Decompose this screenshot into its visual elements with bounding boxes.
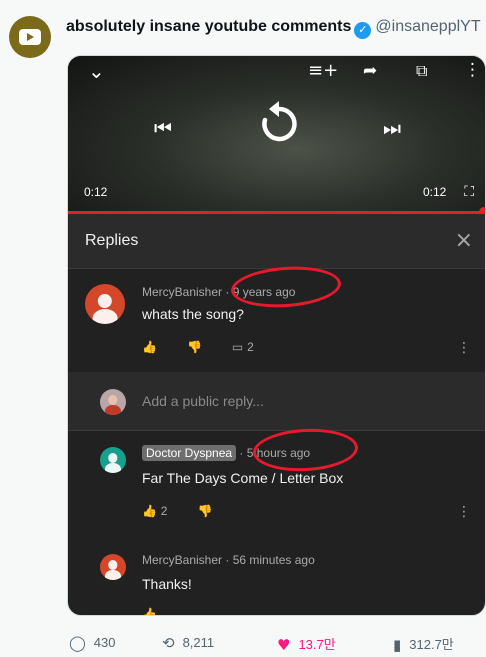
retweet-count: 8,211 <box>182 635 215 650</box>
view-count: 312.7만 <box>409 637 454 652</box>
cast-icon[interactable]: ⧉ <box>416 61 427 81</box>
comment-actions: 👍 <box>142 607 187 615</box>
commenter-avatar[interactable] <box>85 284 125 324</box>
replies-header: Replies × <box>68 214 485 269</box>
views-action[interactable]: ▮ 312.7만 <box>393 634 454 654</box>
comment-actions: 👍 2 👎 <box>142 504 242 518</box>
reply-action[interactable]: ◯ 430 <box>69 634 116 652</box>
heart-icon: ♥ <box>277 636 291 654</box>
comment-menu-icon[interactable]: ⋮ <box>457 504 471 520</box>
more-options-icon[interactable]: ⋮ <box>464 60 481 80</box>
total-time: 0:12 <box>423 185 447 199</box>
youtube-logo-icon <box>19 29 41 45</box>
comment-text: whats the song? <box>142 306 244 322</box>
commenter-avatar[interactable] <box>100 447 126 473</box>
share-icon[interactable]: ➦ <box>363 61 377 81</box>
like-icon[interactable]: 👍 <box>142 340 157 354</box>
like-count: 2 <box>160 504 168 518</box>
profile-avatar[interactable] <box>9 16 51 58</box>
reply-count: 2 <box>247 340 254 354</box>
reply-input[interactable]: Add a public reply... <box>142 393 264 409</box>
replies-icon[interactable]: ▭ 2 <box>232 340 254 354</box>
tweet-media[interactable]: ⌄ ≡+ ➦ ⧉ ⋮ ⏮ ⏭ 0:12 0:12 ⛶ Replies × Mer… <box>67 55 486 616</box>
user-avatar <box>100 389 126 415</box>
dislike-icon[interactable]: 👎 <box>187 340 202 354</box>
comment-text: Thanks! <box>142 576 192 592</box>
like-icon[interactable]: 👍 <box>142 607 157 615</box>
collapse-chevron-icon[interactable]: ⌄ <box>88 59 105 83</box>
add-to-queue-icon[interactable]: ≡+ <box>308 60 338 81</box>
commenter-avatar[interactable] <box>100 554 126 580</box>
comment-menu-icon[interactable]: ⋮ <box>457 340 471 356</box>
reply-comment: MercyBanisher · 56 minutes ago Thanks! 👍 <box>68 540 485 615</box>
current-time: 0:12 <box>84 185 108 199</box>
like-icon[interactable]: 👍 2 <box>142 504 167 518</box>
verified-badge-icon: ✓ <box>354 22 372 39</box>
next-icon[interactable]: ⏭ <box>383 116 401 140</box>
comment-text: Far The Days Come / Letter Box <box>142 470 344 486</box>
tweet-actions: ◯ 430 ⟲ 8,211 ♥ 13.7만 ▮ 312.7만 <box>0 630 486 657</box>
analytics-icon: ▮ <box>393 636 402 654</box>
comment-age: 56 minutes ago <box>232 553 315 567</box>
author-handle[interactable]: @insanepplYT <box>375 18 480 35</box>
comment-author[interactable]: Doctor Dyspnea <box>142 445 237 461</box>
previous-icon[interactable]: ⏮ <box>154 116 172 140</box>
reply-input-row[interactable]: Add a public reply... <box>68 372 485 431</box>
comment-actions: 👍 👎 ▭ 2 <box>142 340 284 354</box>
reply-icon: ◯ <box>69 634 86 652</box>
replay-icon[interactable] <box>255 100 303 148</box>
close-icon[interactable]: × <box>455 228 473 253</box>
like-count-total: 13.7만 <box>298 637 336 652</box>
reply-count-total: 430 <box>93 635 116 650</box>
retweet-icon: ⟲ <box>162 634 175 652</box>
fullscreen-icon[interactable]: ⛶ <box>464 184 474 200</box>
video-player[interactable]: ⌄ ≡+ ➦ ⧉ ⋮ ⏮ ⏭ 0:12 0:12 ⛶ <box>68 56 485 212</box>
comment-author[interactable]: MercyBanisher <box>142 285 222 299</box>
comment-author[interactable]: MercyBanisher <box>142 553 222 567</box>
author-name[interactable]: absolutely insane youtube comments <box>66 18 351 35</box>
tweet-header: absolutely insane youtube comments ✓ @insa… <box>66 18 481 39</box>
retweet-action[interactable]: ⟲ 8,211 <box>162 634 214 652</box>
dislike-icon[interactable]: 👎 <box>197 504 212 518</box>
comment-meta: MercyBanisher · 56 minutes ago <box>142 553 315 567</box>
replies-title: Replies <box>85 232 139 249</box>
like-action[interactable]: ♥ 13.7만 <box>277 634 336 654</box>
